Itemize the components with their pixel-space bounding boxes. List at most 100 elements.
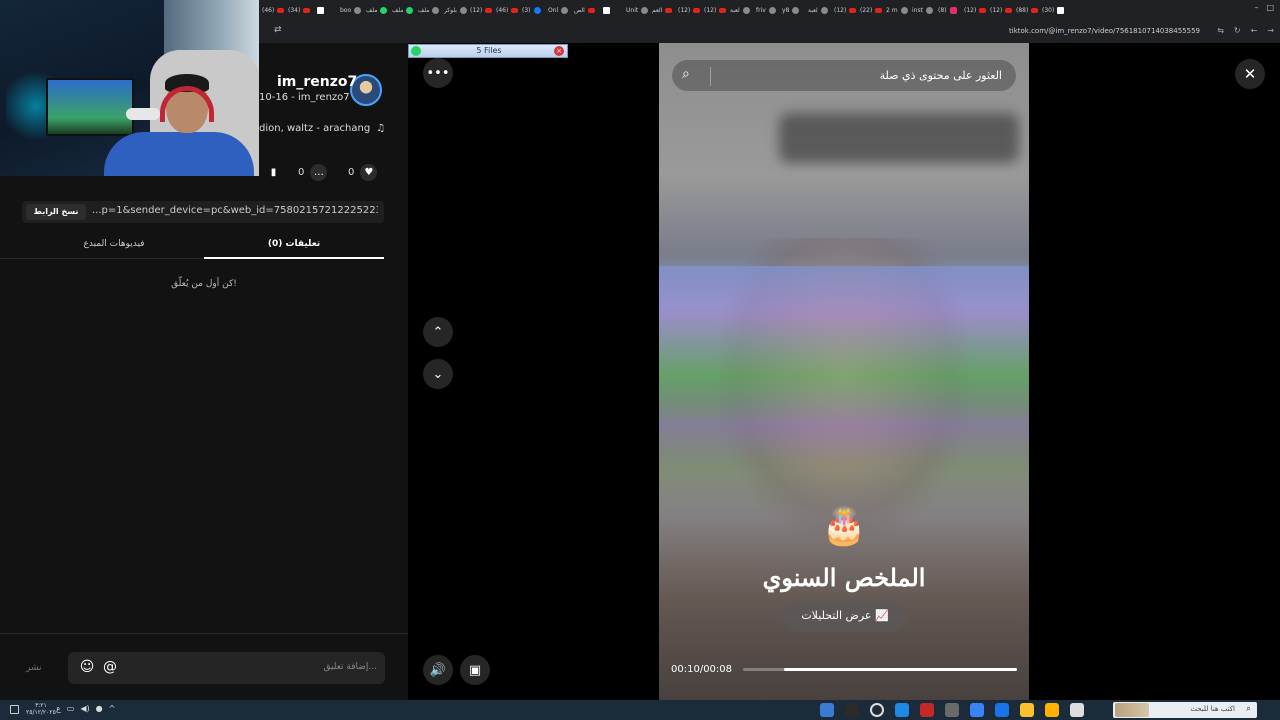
pip-button[interactable]: ▣ — [460, 655, 490, 685]
taskbar-clock[interactable]: ٣:٢١ ٢٥/١٢/٢٠٢٥ — [26, 702, 56, 716]
browser-tab[interactable]: (46) — [496, 7, 522, 14]
taskbar-search[interactable]: اكتب هنا للبحث ⌕ — [1113, 702, 1257, 718]
browser-tab[interactable]: بلوكر — [444, 7, 470, 14]
browser-tab-label: (12) — [704, 7, 717, 14]
recorder-icon[interactable] — [920, 703, 934, 717]
music-note-icon: ♫ — [376, 123, 386, 134]
files-mini-window[interactable]: 5 Files × — [408, 44, 568, 58]
browser-tab-label: بلوكر — [444, 7, 457, 14]
volume-icon[interactable]: ◀) — [80, 704, 89, 713]
screen: (46) (34) boo ملف ملف ملف بلوكر (12) (46) (3) Onl ا… — [0, 0, 1280, 720]
browser-tab-label: Onl — [548, 7, 559, 14]
chrome-icon[interactable] — [1020, 703, 1034, 717]
reload-icon[interactable]: ↻ — [1234, 26, 1241, 35]
browser-tab[interactable]: y8 — [782, 7, 808, 14]
like-stat[interactable]: 0 ♥ — [348, 164, 378, 181]
mention-icon[interactable]: @ — [101, 658, 119, 676]
app-icon[interactable] — [845, 703, 859, 717]
share-link-text[interactable]: ...p=1&sender_device=pc&web_id=758021572… — [92, 205, 378, 216]
explorer-icon[interactable] — [1070, 703, 1084, 717]
progress-bar[interactable] — [743, 668, 1017, 671]
globe-icon — [768, 7, 776, 14]
volume-button[interactable]: 🔊 — [423, 655, 453, 685]
browser-tab[interactable]: لعبة — [730, 7, 756, 14]
search-icon[interactable]: ⌕ — [682, 66, 690, 82]
tray-expand-icon[interactable]: ^ — [109, 704, 116, 713]
browser-tab[interactable]: friv — [756, 7, 782, 14]
browser-tab[interactable]: (3) — [522, 7, 548, 14]
bookmark-stat[interactable]: ▮ — [265, 164, 282, 181]
language-icon[interactable]: ع — [56, 704, 61, 713]
maximize-icon[interactable]: □ — [1266, 3, 1274, 12]
browser-tab[interactable]: (12) — [678, 7, 704, 14]
page-info-icon[interactable]: ⇄ — [274, 25, 282, 35]
youtube-icon — [849, 8, 857, 13]
close-video-button[interactable]: ✕ — [1235, 59, 1265, 89]
related-search-input[interactable]: ⌕ العثور على محتوى ذي صلة — [671, 59, 1017, 92]
browser-tab[interactable] — [600, 7, 626, 14]
close-icon[interactable]: × — [554, 46, 564, 56]
url-text[interactable]: tiktok.com/@im_renzo7/video/756181071403… — [1009, 27, 1200, 35]
chevron-down-icon: ⌄ — [432, 366, 444, 382]
right-backdrop — [1029, 43, 1280, 700]
browser-tab[interactable]: boo — [340, 7, 366, 14]
youtube-icon — [1031, 8, 1039, 13]
tab-creator-videos[interactable]: فيديوهات المبدع — [24, 239, 204, 257]
monitor-icon[interactable] — [970, 703, 984, 717]
taskbar: ٣:٢١ ٢٥/١٢/٢٠٢٥ ع ▭ ◀) ● ^ اكتب هنا للبح… — [0, 700, 1280, 720]
browser-tab[interactable]: (12) — [470, 7, 496, 14]
browser-tab[interactable] — [314, 7, 340, 14]
comment-input[interactable]: ☺ @ إضافة تعليق... — [68, 652, 385, 684]
network-icon[interactable]: ▭ — [67, 704, 75, 713]
youtube-icon — [875, 8, 883, 13]
browser-tab[interactable]: (12) — [964, 7, 990, 14]
install-icon[interactable]: ⇆ — [1217, 26, 1224, 35]
browser-tab[interactable]: (30) — [1042, 7, 1068, 14]
globe-icon — [792, 7, 800, 14]
previous-video-button[interactable]: ⌃ — [423, 317, 453, 347]
browser-tab[interactable]: العم — [652, 7, 678, 14]
browser-tab[interactable]: (12) — [834, 7, 860, 14]
username[interactable]: im_renzo7 — [277, 74, 357, 90]
settings-icon[interactable] — [870, 703, 884, 717]
browser-tab[interactable]: الص — [574, 7, 600, 14]
forward-icon[interactable]: → — [1267, 26, 1274, 35]
minimize-icon[interactable]: – — [1254, 3, 1258, 12]
post-button[interactable]: نشر — [26, 663, 42, 673]
browser-tab[interactable]: (88) — [1016, 7, 1042, 14]
next-video-button[interactable]: ⌄ — [423, 359, 453, 389]
store-icon[interactable] — [995, 703, 1009, 717]
browser-tab[interactable]: ملف — [366, 7, 392, 14]
empty-comments-message: كن أول من يُعلّق! — [171, 279, 237, 289]
folder-icon[interactable] — [1045, 703, 1059, 717]
youtube-icon — [511, 8, 519, 13]
mic-icon[interactable]: ● — [96, 704, 103, 713]
copy-link-button[interactable]: نسخ الرابط — [26, 204, 86, 220]
browser-tab[interactable]: 2 m — [886, 7, 912, 14]
browser-tab[interactable]: (34) — [288, 7, 314, 14]
view-analytics-button[interactable]: عرض التحليلات 📈 — [783, 600, 907, 632]
back-icon[interactable]: ← — [1251, 26, 1258, 35]
video-player[interactable]: ⌕ العثور على محتوى ذي صلة 🎂 الملخص السنو… — [659, 43, 1029, 700]
browser-tab[interactable]: (12) — [990, 7, 1016, 14]
browser-tab[interactable]: (46) — [262, 7, 288, 14]
notification-icon[interactable] — [10, 705, 19, 714]
edge-icon[interactable] — [895, 703, 909, 717]
browser-tab[interactable]: (12) — [704, 7, 730, 14]
gear-icon[interactable] — [945, 703, 959, 717]
browser-tab[interactable]: Onl — [548, 7, 574, 14]
emoji-icon[interactable]: ☺ — [78, 658, 96, 676]
more-options-button[interactable]: ••• — [423, 58, 453, 88]
browser-tab[interactable]: (22) — [860, 7, 886, 14]
app-icon[interactable] — [820, 703, 834, 717]
comment-stat[interactable]: 0 … — [298, 164, 328, 181]
browser-tab[interactable]: Unit — [626, 7, 652, 14]
tab-comments[interactable]: تعليقات (0) — [204, 239, 384, 257]
browser-tab[interactable]: inst — [912, 7, 938, 14]
browser-tab[interactable]: ملف — [392, 7, 418, 14]
music-line[interactable]: dion, waltz - arachang ♫ — [259, 123, 385, 134]
browser-tab[interactable]: (8) — [938, 7, 964, 14]
browser-tab[interactable]: ملف — [418, 7, 444, 14]
tiktok-icon — [603, 7, 610, 14]
browser-tab[interactable]: لعبة — [808, 7, 834, 14]
